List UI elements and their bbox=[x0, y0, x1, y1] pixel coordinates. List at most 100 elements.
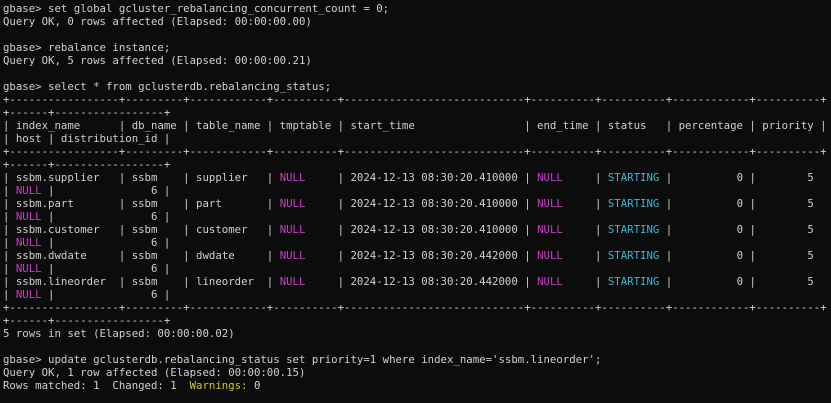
terminal-text: | bbox=[562, 275, 608, 288]
null-value: NULL bbox=[537, 197, 563, 210]
status-starting: STARTING bbox=[607, 223, 660, 236]
terminal-line: Query OK, 1 row affected (Elapsed: 00:00… bbox=[3, 366, 831, 379]
terminal-text: | 2024-12-13 08:30:20.442000 | bbox=[305, 275, 538, 288]
terminal-line: | NULL | 6 | bbox=[3, 288, 831, 301]
null-value: NULL bbox=[15, 210, 42, 223]
terminal-text: 0 bbox=[247, 379, 261, 392]
null-value: NULL bbox=[15, 288, 42, 301]
null-value: NULL bbox=[15, 236, 42, 249]
terminal-text: | 6 | bbox=[41, 210, 171, 223]
terminal-line: +-----------------+---------+-----------… bbox=[3, 145, 831, 158]
terminal-text: Rows matched: 1 Changed: 1 bbox=[3, 379, 190, 392]
terminal-text: Query OK, 0 rows affected (Elapsed: 00:0… bbox=[3, 15, 312, 28]
null-value: NULL bbox=[279, 275, 306, 288]
warnings-label: Warnings: bbox=[189, 379, 248, 392]
terminal-window[interactable]: gbase> set global gcluster_rebalancing_c… bbox=[0, 0, 831, 403]
terminal-line: | ssbm.dwdate | ssbm | dwdate | NULL | 2… bbox=[3, 249, 831, 262]
terminal-text: 5 rows in set (Elapsed: 00:00:00.02) bbox=[3, 327, 235, 340]
status-starting: STARTING bbox=[607, 197, 660, 210]
terminal-line: +------+-----------------+ bbox=[3, 314, 831, 327]
terminal-text: gbase> update gclusterdb.rebalancing_sta… bbox=[3, 353, 602, 366]
null-value: NULL bbox=[15, 184, 42, 197]
terminal-text: | bbox=[562, 171, 608, 184]
terminal-line: | ssbm.customer | ssbm | customer | NULL… bbox=[3, 223, 831, 236]
null-value: NULL bbox=[537, 249, 563, 262]
terminal-text: | 0 | 5 bbox=[659, 223, 814, 236]
terminal-line: | ssbm.supplier | ssbm | supplier | NULL… bbox=[3, 171, 831, 184]
terminal-text: +------+-----------------+ bbox=[3, 106, 171, 119]
terminal-line: | NULL | 6 | bbox=[3, 210, 831, 223]
terminal-text: | 6 | bbox=[41, 184, 171, 197]
terminal-text: | bbox=[3, 184, 16, 197]
null-value: NULL bbox=[279, 249, 306, 262]
terminal-line: gbase> set global gcluster_rebalancing_c… bbox=[3, 2, 831, 15]
terminal-text: | bbox=[3, 262, 16, 275]
terminal-text: | 6 | bbox=[41, 288, 171, 301]
terminal-text: | ssbm.lineorder | ssbm | lineorder | bbox=[3, 275, 280, 288]
null-value: NULL bbox=[15, 262, 42, 275]
terminal-text: | 0 | 5 bbox=[659, 249, 814, 262]
terminal-text: | ssbm.customer | ssbm | customer | bbox=[3, 223, 280, 236]
terminal-line: | NULL | 6 | bbox=[3, 262, 831, 275]
null-value: NULL bbox=[537, 223, 563, 236]
terminal-text: | bbox=[562, 249, 608, 262]
terminal-text: | index_name | db_name | table_name | tm… bbox=[3, 119, 827, 132]
terminal-text: | bbox=[3, 288, 16, 301]
terminal-text: +------+-----------------+ bbox=[3, 314, 171, 327]
terminal-line: | NULL | 6 | bbox=[3, 184, 831, 197]
terminal-line: gbase> update gclusterdb.rebalancing_sta… bbox=[3, 353, 831, 366]
terminal-text: | bbox=[562, 197, 608, 210]
terminal-line: | host | distribution_id | bbox=[3, 132, 831, 145]
terminal-line: Rows matched: 1 Changed: 1 Warnings: 0 bbox=[3, 379, 831, 392]
terminal-text: +------+-----------------+ bbox=[3, 158, 171, 171]
terminal-text: | 0 | 5 bbox=[659, 275, 814, 288]
terminal-text: | 2024-12-13 08:30:20.442000 | bbox=[305, 249, 538, 262]
terminal-line: | ssbm.lineorder | ssbm | lineorder | NU… bbox=[3, 275, 831, 288]
terminal-text: gbase> set global gcluster_rebalancing_c… bbox=[3, 2, 390, 15]
status-starting: STARTING bbox=[607, 171, 660, 184]
terminal-text: gbase> select * from gclusterdb.rebalanc… bbox=[3, 80, 332, 93]
terminal-text: Query OK, 1 row affected (Elapsed: 00:00… bbox=[3, 366, 306, 379]
terminal-text: | 6 | bbox=[41, 262, 171, 275]
status-starting: STARTING bbox=[607, 275, 660, 288]
terminal-text: Query OK, 5 rows affected (Elapsed: 00:0… bbox=[3, 54, 312, 67]
terminal-text: +-----------------+---------+-----------… bbox=[3, 145, 827, 158]
terminal-text: | ssbm.dwdate | ssbm | dwdate | bbox=[3, 249, 280, 262]
terminal-text: | 0 | 5 bbox=[659, 171, 814, 184]
terminal-line: Query OK, 5 rows affected (Elapsed: 00:0… bbox=[3, 54, 831, 67]
terminal-text: | 2024-12-13 08:30:20.410000 | bbox=[305, 223, 538, 236]
terminal-line: | ssbm.part | ssbm | part | NULL | 2024-… bbox=[3, 197, 831, 210]
terminal-line: +-----------------+---------+-----------… bbox=[3, 93, 831, 106]
terminal-text: | ssbm.part | ssbm | part | bbox=[3, 197, 280, 210]
terminal-line: +------+-----------------+ bbox=[3, 106, 831, 119]
terminal-text: | bbox=[3, 236, 16, 249]
terminal-text: | bbox=[562, 223, 608, 236]
terminal-text: | host | distribution_id | bbox=[3, 132, 171, 145]
null-value: NULL bbox=[537, 275, 563, 288]
terminal-line: gbase> rebalance instance; bbox=[3, 41, 831, 54]
null-value: NULL bbox=[537, 171, 563, 184]
terminal-line: 5 rows in set (Elapsed: 00:00:00.02) bbox=[3, 327, 831, 340]
terminal-text: | 2024-12-13 08:30:20.410000 | bbox=[305, 197, 538, 210]
null-value: NULL bbox=[279, 223, 306, 236]
terminal-text: gbase> rebalance instance; bbox=[3, 41, 171, 54]
terminal-text: | 2024-12-13 08:30:20.410000 | bbox=[305, 171, 538, 184]
status-starting: STARTING bbox=[607, 249, 660, 262]
terminal-line: | index_name | db_name | table_name | tm… bbox=[3, 119, 831, 132]
terminal-text: +-----------------+---------+-----------… bbox=[3, 301, 827, 314]
terminal-text: | ssbm.supplier | ssbm | supplier | bbox=[3, 171, 280, 184]
terminal-line: Query OK, 0 rows affected (Elapsed: 00:0… bbox=[3, 15, 831, 28]
terminal-line: | NULL | 6 | bbox=[3, 236, 831, 249]
terminal-text: | 0 | 5 bbox=[659, 197, 814, 210]
terminal-text: | bbox=[3, 210, 16, 223]
null-value: NULL bbox=[279, 197, 306, 210]
null-value: NULL bbox=[279, 171, 306, 184]
terminal-text: | 6 | bbox=[41, 236, 171, 249]
terminal-text: +-----------------+---------+-----------… bbox=[3, 93, 827, 106]
terminal-line: gbase> select * from gclusterdb.rebalanc… bbox=[3, 80, 831, 93]
terminal-line: +-----------------+---------+-----------… bbox=[3, 301, 831, 314]
terminal-line: +------+-----------------+ bbox=[3, 158, 831, 171]
